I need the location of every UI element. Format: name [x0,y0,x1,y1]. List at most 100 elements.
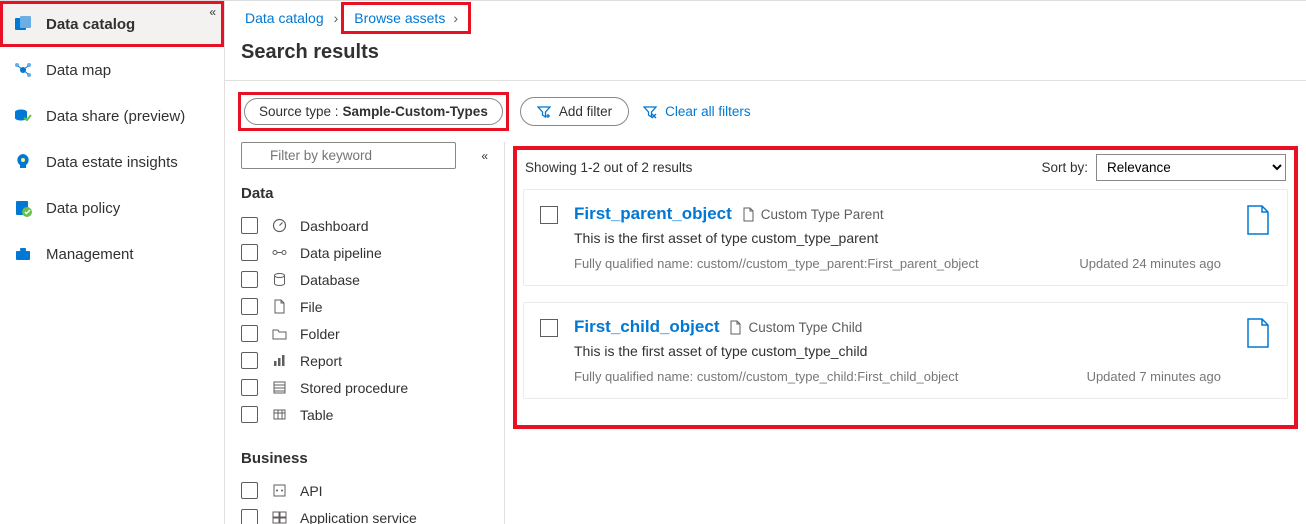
checkbox[interactable] [241,325,258,342]
filter-row-folder[interactable]: Folder [241,320,488,347]
pipeline-icon [270,245,288,260]
nav-label: Data estate insights [46,154,178,171]
filter-sidebar: « Data Dashboard Data pipeline Database … [225,142,505,524]
filter-label: Data pipeline [300,245,382,261]
filter-row-api[interactable]: API [241,477,488,504]
asset-fqn: Fully qualified name: custom//custom_typ… [574,256,979,271]
results-count: Showing 1-2 out of 2 results [525,160,692,175]
checkbox[interactable] [241,509,258,524]
file-icon [742,207,755,222]
report-icon [270,353,288,368]
table-icon [270,407,288,422]
breadcrumb-root[interactable]: Data catalog [241,8,328,28]
database-icon [270,272,288,287]
filter-keyword-input[interactable] [241,142,456,169]
filter-label: API [300,483,323,499]
result-card: First_child_object Custom Type Child Thi… [523,302,1288,399]
app-service-icon [270,510,288,524]
policy-icon [14,199,32,217]
nav-item-data-map[interactable]: Data map [0,47,224,93]
nav-item-data-share[interactable]: Data share (preview) [0,93,224,139]
breadcrumb: Data catalog › Browse assets › [225,1,1306,37]
asset-title-link[interactable]: First_child_object [574,317,719,337]
nav-label: Data map [46,62,111,79]
filter-label: Application service [300,510,417,524]
filter-row-table[interactable]: Table [241,401,488,428]
asset-fqn: Fully qualified name: custom//custom_typ… [574,369,958,384]
nav-item-data-estate-insights[interactable]: Data estate insights [0,139,224,185]
sort-select[interactable]: Relevance [1096,154,1286,181]
filter-row-dashboard[interactable]: Dashboard [241,212,488,239]
left-nav: « Data catalog Data map Data share (prev… [0,1,225,524]
filter-section-heading: Data [241,185,488,202]
document-icon [1245,317,1271,349]
nav-label: Data policy [46,200,120,217]
chevron-right-icon: › [449,10,462,26]
document-icon [1245,204,1271,236]
checkbox[interactable] [241,271,258,288]
filter-label: Table [300,407,333,423]
filter-add-icon [537,105,551,119]
nav-label: Management [46,246,134,263]
asset-type-label: Custom Type Child [748,320,862,335]
asset-description: This is the first asset of type custom_t… [574,230,1221,246]
filter-label: Folder [300,326,340,342]
checkbox[interactable] [241,379,258,396]
sort-label: Sort by: [1041,160,1088,175]
card-checkbox[interactable] [540,206,558,224]
datashare-icon [14,107,32,125]
catalog-icon [14,15,32,33]
page-title: Search results [225,37,1306,81]
filter-section-heading: Business [241,450,488,467]
insights-icon [14,153,32,171]
clear-all-label: Clear all filters [665,104,751,119]
add-filter-label: Add filter [559,104,612,119]
checkbox[interactable] [241,244,258,261]
add-filter-button[interactable]: Add filter [520,97,629,126]
result-card: First_parent_object Custom Type Parent T… [523,189,1288,286]
filter-label: Stored procedure [300,380,408,396]
chip-prefix: Source type : [259,104,339,119]
asset-type-label: Custom Type Parent [761,207,884,222]
asset-updated: Updated 7 minutes ago [1087,369,1221,384]
folder-icon [270,326,288,341]
filter-row-data-pipeline[interactable]: Data pipeline [241,239,488,266]
nav-item-management[interactable]: Management [0,231,224,277]
management-icon [14,245,32,263]
api-icon [270,483,288,498]
filter-clear-icon [643,105,657,119]
filter-label: Dashboard [300,218,369,234]
filter-label: Database [300,272,360,288]
filter-collapse-icon[interactable]: « [481,149,488,163]
nav-label: Data share (preview) [46,108,185,125]
filter-row-application-service[interactable]: Application service [241,504,488,524]
checkbox[interactable] [241,482,258,499]
checkbox[interactable] [241,406,258,423]
dashboard-icon [270,218,288,233]
nav-item-data-catalog[interactable]: Data catalog [0,1,224,47]
checkbox[interactable] [241,352,258,369]
nav-item-data-policy[interactable]: Data policy [0,185,224,231]
stored-procedure-icon [270,380,288,395]
nav-label: Data catalog [46,16,135,33]
breadcrumb-leaf[interactable]: Browse assets [350,8,449,28]
chevron-right-icon: › [330,10,343,26]
filter-row-file[interactable]: File [241,293,488,320]
checkbox[interactable] [241,217,258,234]
file-icon [729,320,742,335]
filter-row-report[interactable]: Report [241,347,488,374]
source-type-chip[interactable]: Source type : Sample-Custom-Types [244,98,503,125]
nav-collapse-icon[interactable]: « [209,5,216,19]
filter-row-stored-procedure[interactable]: Stored procedure [241,374,488,401]
clear-all-filters[interactable]: Clear all filters [643,104,751,119]
filter-label: Report [300,353,342,369]
card-checkbox[interactable] [540,319,558,337]
file-icon [270,299,288,314]
checkbox[interactable] [241,298,258,315]
filter-row-database[interactable]: Database [241,266,488,293]
datamap-icon [14,61,32,79]
filter-label: File [300,299,323,315]
main-area: Data catalog › Browse assets › Search re… [225,1,1306,524]
asset-updated: Updated 24 minutes ago [1079,256,1221,271]
asset-title-link[interactable]: First_parent_object [574,204,732,224]
